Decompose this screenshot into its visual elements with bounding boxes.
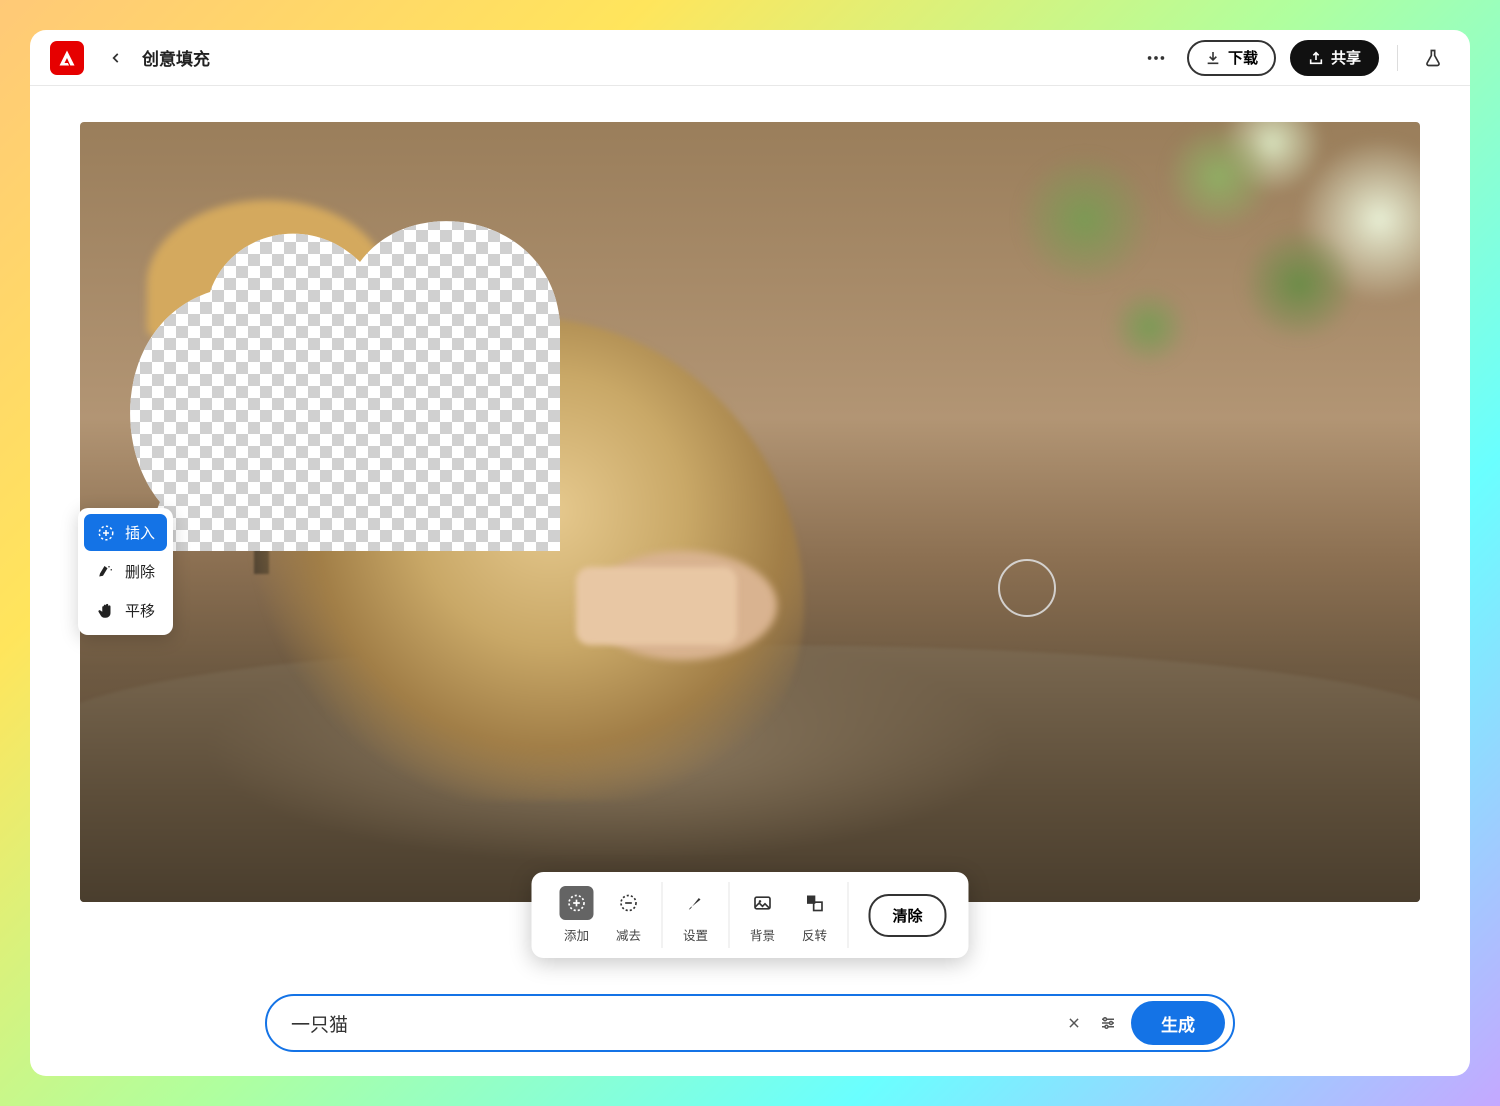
selection-toolbar: 添加 减去 设置 xyxy=(531,872,968,958)
canvas-area: 插入 删除 平移 添加 xyxy=(30,86,1470,1076)
app-frame: 创意填充 下载 共享 xyxy=(30,30,1470,1076)
flask-icon[interactable] xyxy=(1416,41,1450,75)
pan-icon xyxy=(96,601,116,621)
tool-label: 反转 xyxy=(802,925,827,944)
tool-label: 设置 xyxy=(683,925,708,944)
invert-icon xyxy=(797,886,831,920)
mode-remove[interactable]: 删除 xyxy=(84,553,167,590)
selection-mask xyxy=(80,122,616,551)
download-icon xyxy=(1205,50,1221,66)
insert-icon xyxy=(96,523,116,543)
image-icon xyxy=(745,886,779,920)
tool-background[interactable]: 背景 xyxy=(739,882,785,948)
download-button[interactable]: 下载 xyxy=(1187,40,1276,76)
tool-label: 背景 xyxy=(750,925,775,944)
share-label: 共享 xyxy=(1331,47,1361,68)
tool-invert[interactable]: 反转 xyxy=(791,882,837,948)
mode-label: 删除 xyxy=(125,561,155,582)
tool-label: 减去 xyxy=(616,925,641,944)
download-label: 下载 xyxy=(1228,47,1258,68)
clear-button[interactable]: 清除 xyxy=(868,894,946,937)
clear-input-icon[interactable] xyxy=(1057,1006,1091,1040)
remove-icon xyxy=(96,562,116,582)
header: 创意填充 下载 共享 xyxy=(30,30,1470,86)
tool-subtract[interactable]: 减去 xyxy=(605,882,651,948)
subtract-selection-icon xyxy=(611,886,645,920)
mode-label: 平移 xyxy=(125,600,155,621)
image-canvas[interactable] xyxy=(80,122,1420,902)
brush-icon xyxy=(678,886,712,920)
mode-label: 插入 xyxy=(125,522,155,543)
divider xyxy=(1397,45,1398,71)
mode-panel: 插入 删除 平移 xyxy=(78,508,173,635)
prompt-bar: 生成 xyxy=(265,994,1235,1052)
mode-insert[interactable]: 插入 xyxy=(84,514,167,551)
tool-label: 添加 xyxy=(564,925,589,944)
page-title: 创意填充 xyxy=(142,45,210,70)
image-overlay xyxy=(924,122,1420,520)
mode-pan[interactable]: 平移 xyxy=(84,592,167,629)
header-actions: 下载 共享 xyxy=(1139,40,1450,76)
back-button[interactable] xyxy=(104,46,128,70)
image-overlay xyxy=(576,567,737,645)
more-icon[interactable] xyxy=(1139,41,1173,75)
add-selection-icon xyxy=(559,886,593,920)
share-icon xyxy=(1308,50,1324,66)
share-button[interactable]: 共享 xyxy=(1290,40,1379,76)
settings-sliders-icon[interactable] xyxy=(1091,1006,1125,1040)
prompt-input[interactable] xyxy=(291,1012,1057,1034)
generate-button[interactable]: 生成 xyxy=(1131,1001,1225,1045)
adobe-logo[interactable] xyxy=(50,41,84,75)
brush-cursor xyxy=(998,559,1056,617)
tool-add[interactable]: 添加 xyxy=(553,882,599,948)
tool-settings[interactable]: 设置 xyxy=(672,882,718,948)
